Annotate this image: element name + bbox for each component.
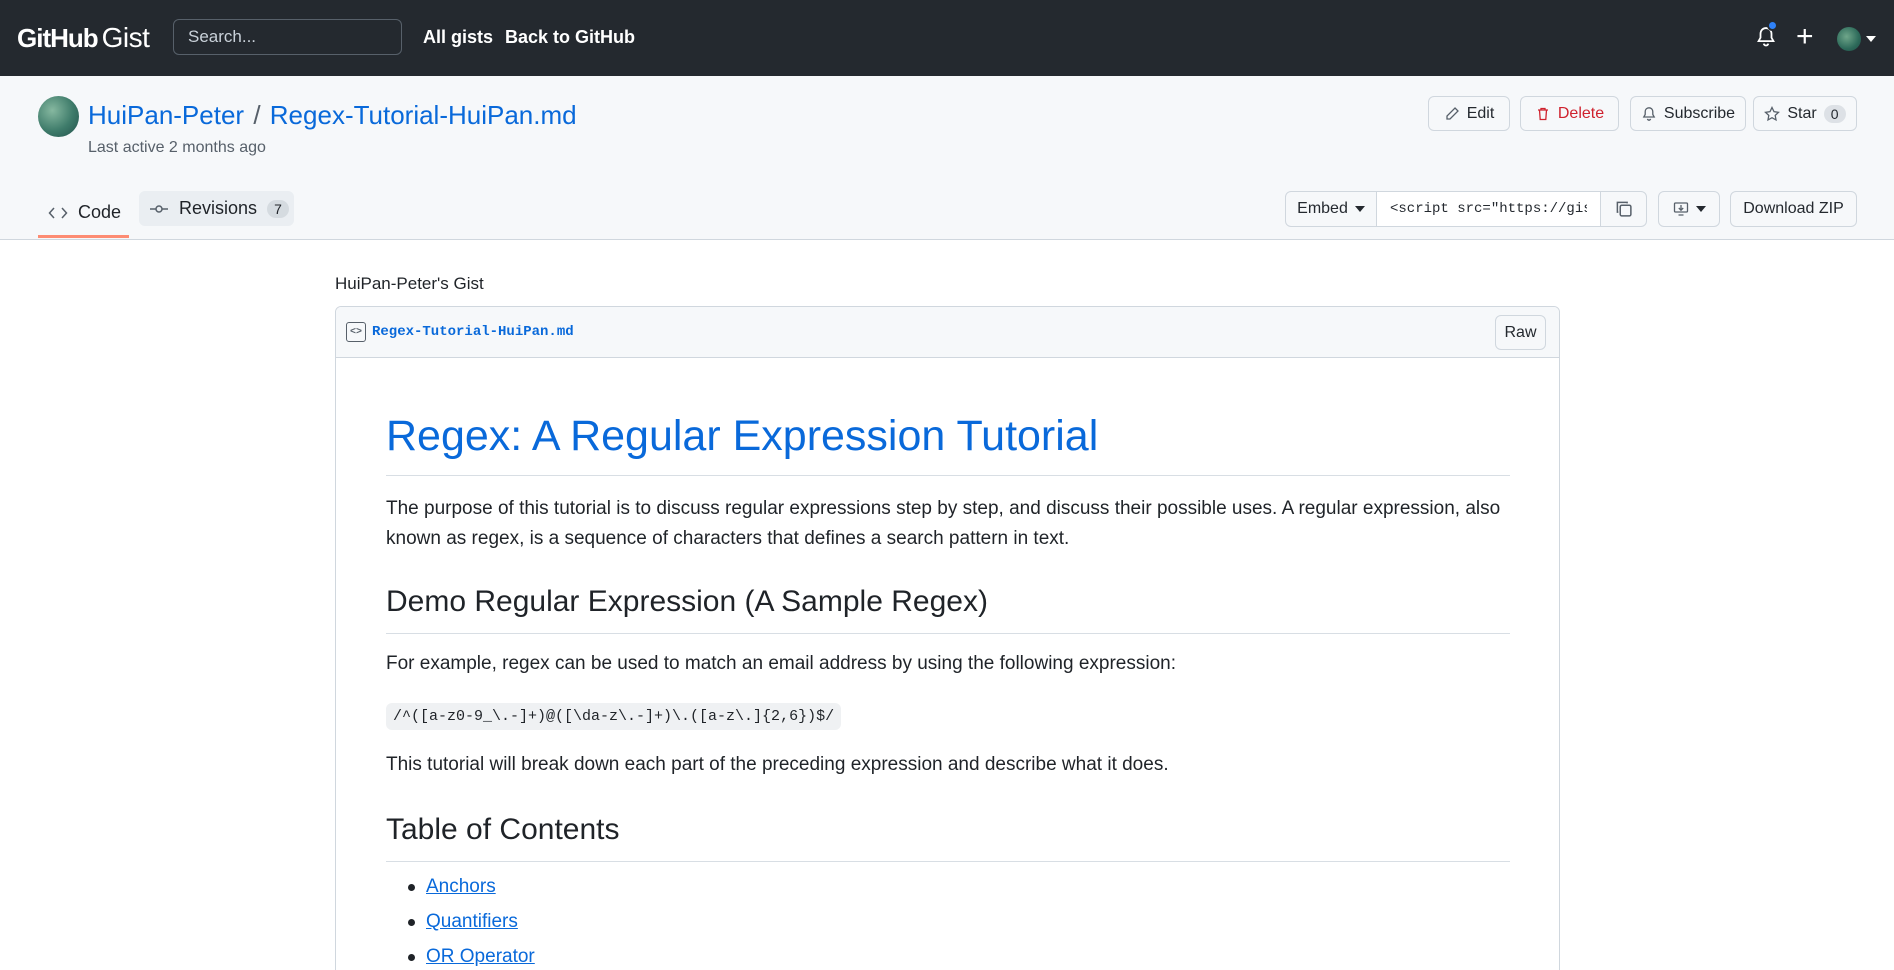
heading-divider bbox=[386, 861, 1510, 862]
gist-filename-link[interactable]: Regex-Tutorial-HuiPan.md bbox=[270, 100, 577, 130]
top-header: GitHub Gist All gists Back to GitHub + bbox=[0, 0, 1894, 76]
embed-group: Embed bbox=[1285, 191, 1647, 227]
desktop-download-icon bbox=[1673, 202, 1688, 216]
heading-divider bbox=[386, 633, 1510, 634]
embed-dropdown[interactable]: Embed bbox=[1286, 192, 1377, 226]
file-code-icon: <> bbox=[346, 322, 366, 342]
delete-button[interactable]: Delete bbox=[1520, 96, 1619, 131]
chevron-down-icon bbox=[1695, 206, 1706, 212]
plus-icon[interactable]: + bbox=[1796, 20, 1814, 54]
embed-label: Embed bbox=[1297, 200, 1348, 217]
tutorial-heading: Regex: A Regular Expression Tutorial bbox=[386, 412, 1099, 460]
star-button[interactable]: Star 0 bbox=[1753, 96, 1857, 131]
owner-gist-label: HuiPan-Peter's Gist bbox=[335, 274, 484, 293]
list-item: Anchors bbox=[386, 872, 535, 907]
trash-icon bbox=[1537, 107, 1548, 120]
all-gists-link[interactable]: All gists bbox=[423, 27, 493, 48]
demo-paragraph: For example, regex can be used to match … bbox=[386, 653, 1176, 674]
title-separator: / bbox=[253, 100, 261, 130]
star-icon bbox=[1764, 105, 1781, 121]
chevron-down-icon bbox=[1354, 206, 1365, 212]
heading-divider bbox=[386, 475, 1510, 476]
file-container: <> Regex-Tutorial-HuiPan.md Raw Regex: A… bbox=[335, 306, 1560, 970]
toc-link-or-operator[interactable]: OR Operator bbox=[426, 946, 535, 967]
github-gist-logo[interactable]: GitHub Gist bbox=[17, 22, 150, 54]
tab-code[interactable]: Code bbox=[38, 190, 129, 238]
tab-revisions[interactable]: Revisions 7 bbox=[139, 191, 294, 226]
regex-code: /^([a-z0-9_\.-]+)@([\da-z\.-]+)\.([a-z\.… bbox=[386, 703, 842, 730]
logo-product: Gist bbox=[101, 22, 150, 53]
pencil-icon bbox=[1446, 106, 1459, 120]
last-active-text: Last active 2 months ago bbox=[88, 139, 266, 156]
gist-title: HuiPan-Peter / Regex-Tutorial-HuiPan.md bbox=[88, 100, 577, 131]
user-avatar[interactable] bbox=[1837, 27, 1861, 51]
chevron-down-icon[interactable] bbox=[1866, 36, 1876, 42]
star-count: 0 bbox=[1823, 104, 1846, 123]
file-header: <> Regex-Tutorial-HuiPan.md Raw bbox=[336, 307, 1559, 358]
toc-link-anchors[interactable]: Anchors bbox=[426, 876, 496, 897]
owner-avatar[interactable] bbox=[38, 96, 79, 137]
star-label: Star bbox=[1787, 104, 1817, 122]
copy-button[interactable] bbox=[1601, 192, 1646, 226]
edit-label: Edit bbox=[1466, 104, 1495, 122]
delete-label: Delete bbox=[1557, 104, 1605, 122]
demo-heading: Demo Regular Expression (A Sample Regex) bbox=[386, 585, 988, 618]
list-item: OR Operator bbox=[386, 942, 535, 970]
code-icon bbox=[48, 206, 68, 219]
intro-paragraph: The purpose of this tutorial is to discu… bbox=[386, 498, 1501, 549]
revisions-count: 7 bbox=[267, 199, 290, 218]
breakdown-paragraph: This tutorial will break down each part … bbox=[386, 754, 1169, 775]
logo-brand: GitHub bbox=[17, 23, 99, 53]
raw-button[interactable]: Raw bbox=[1495, 315, 1546, 350]
download-zip-button[interactable]: Download ZIP bbox=[1730, 191, 1857, 227]
tab-revisions-label: Revisions bbox=[179, 198, 258, 218]
edit-button[interactable]: Edit bbox=[1428, 96, 1510, 131]
file-name-link[interactable]: Regex-Tutorial-HuiPan.md bbox=[372, 324, 574, 340]
back-to-github-link[interactable]: Back to GitHub bbox=[505, 27, 635, 48]
bell-icon bbox=[1642, 106, 1656, 121]
tab-code-label: Code bbox=[78, 202, 122, 222]
git-commit-icon bbox=[150, 204, 168, 213]
clone-dropdown-button[interactable] bbox=[1658, 191, 1720, 227]
embed-code-input[interactable] bbox=[1377, 192, 1601, 226]
subscribe-label: Subscribe bbox=[1663, 104, 1736, 122]
toc-heading: Table of Contents bbox=[386, 813, 620, 846]
download-zip-label: Download ZIP bbox=[1743, 200, 1844, 217]
subscribe-button[interactable]: Subscribe bbox=[1630, 96, 1746, 131]
owner-link[interactable]: HuiPan-Peter bbox=[88, 100, 244, 130]
notification-dot bbox=[1767, 20, 1778, 31]
copy-icon bbox=[1616, 201, 1632, 217]
table-of-contents: Anchors Quantifiers OR Operator bbox=[386, 872, 535, 970]
list-item: Quantifiers bbox=[386, 907, 535, 942]
search-input[interactable] bbox=[173, 19, 402, 55]
toc-link-quantifiers[interactable]: Quantifiers bbox=[426, 911, 518, 932]
